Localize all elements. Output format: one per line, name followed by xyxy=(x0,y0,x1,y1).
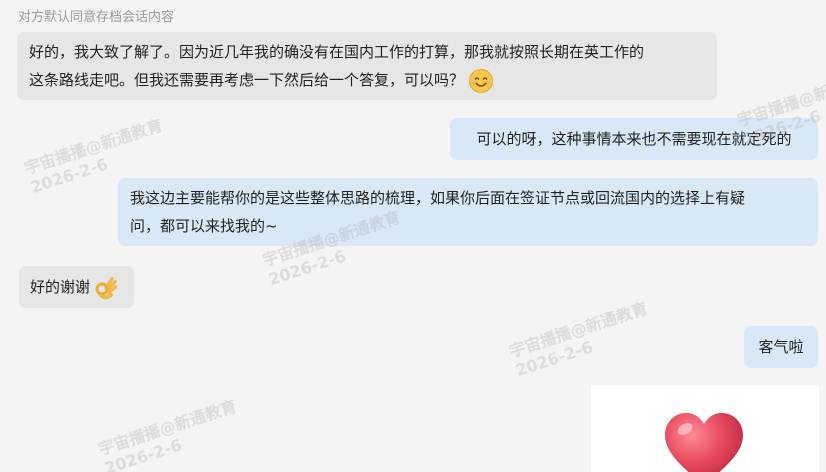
message-text: 这条路线走吧。但我还需要再考虑一下然后给一个答复，可以吗？ xyxy=(29,71,465,89)
message-text: 好的，我大致了解了。因为近几年我的确没有在国内工作的打算，那我就按照长期在英工作… xyxy=(29,43,645,61)
message-text: 问，都可以来找我的~ xyxy=(130,217,278,235)
message-text: 好的谢谢 xyxy=(30,278,91,296)
message-text-line: 这条路线走吧。但我还需要再考虑一下然后给一个答复，可以吗？ xyxy=(29,66,705,94)
message-text: 可以的呀，这种事情本来也不需要现在就定死的 xyxy=(476,130,792,148)
ok-hand-icon xyxy=(92,275,118,301)
message-bubble-outgoing[interactable]: 我这边主要能帮你的是这些整体思路的梳理，如果你后面在签证节点或回流国内的选择上有… xyxy=(118,178,818,246)
chat-window: 对方默认同意存档会话内容 好的，我大致了解了。因为近几年我的确没有在国内工作的打… xyxy=(0,0,826,472)
message-text: 我这边主要能帮你的是这些整体思路的梳理，如果你后面在签证节点或回流国内的选择上有… xyxy=(130,189,746,207)
message-bubble-incoming[interactable]: 好的，我大致了解了。因为近几年我的确没有在国内工作的打算，那我就按照长期在英工作… xyxy=(17,32,717,100)
message-text: 客气啦 xyxy=(758,338,804,356)
heart-sticker-icon xyxy=(665,413,743,472)
message-bubble-outgoing[interactable]: 客气啦 xyxy=(744,326,818,368)
watermark: 宇宙播播@新通教育 2026-2-6 xyxy=(507,298,650,381)
message-bubble-incoming[interactable]: 好的谢谢 xyxy=(19,266,134,308)
message-text-line: 好的谢谢 xyxy=(30,273,123,301)
message-bubble-outgoing[interactable]: 可以的呀，这种事情本来也不需要现在就定死的 xyxy=(450,118,818,160)
watermark: 宇宙播播@新通教育 2026-2-6 xyxy=(96,396,239,472)
archive-notice: 对方默认同意存档会话内容 xyxy=(18,10,175,25)
smiling-face-icon xyxy=(468,68,494,94)
heart-sticker[interactable] xyxy=(591,385,819,472)
